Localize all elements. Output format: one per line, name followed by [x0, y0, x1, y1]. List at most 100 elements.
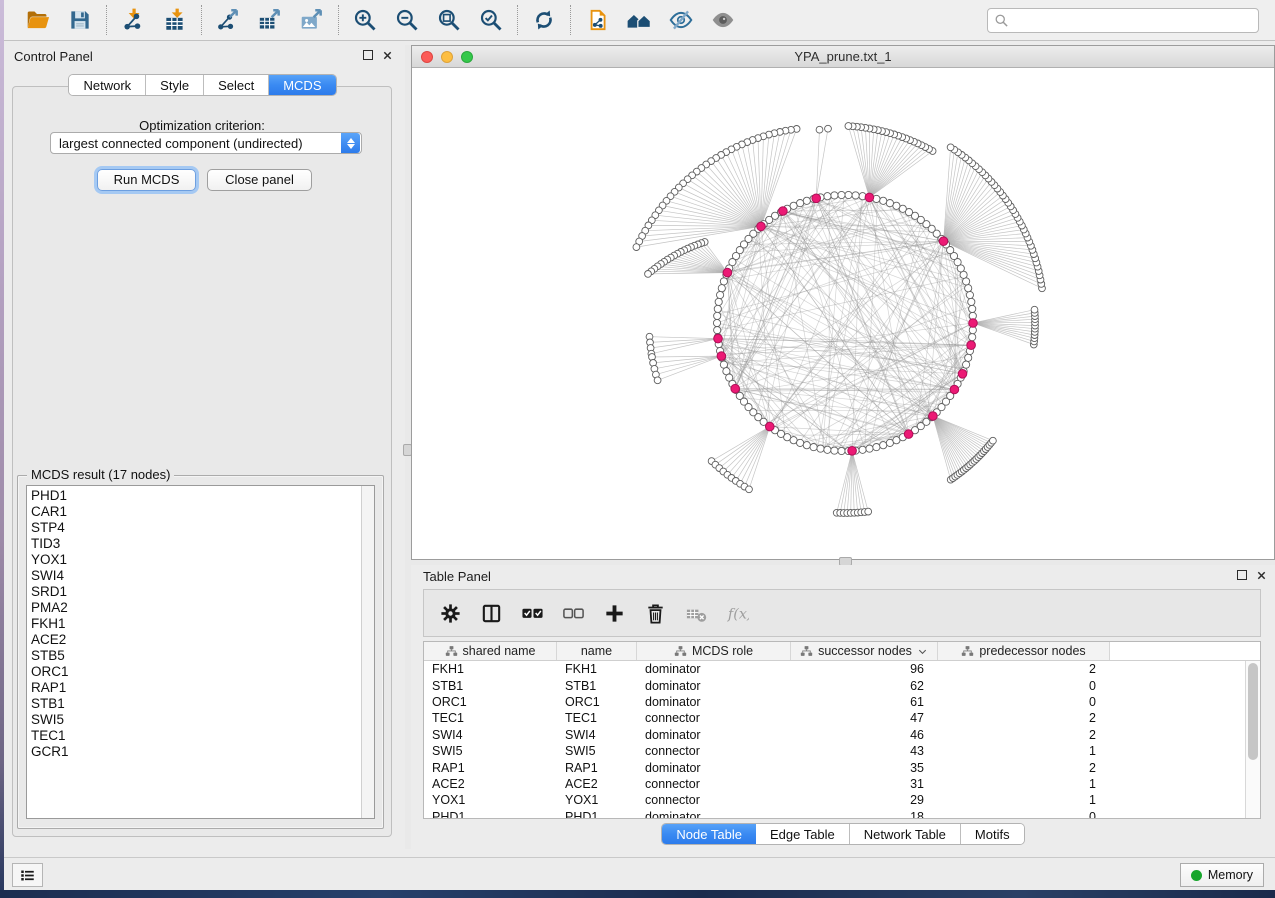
table-cell[interactable]: SWI4 — [424, 728, 557, 742]
import-table-button[interactable] — [161, 6, 189, 34]
tab-node-table[interactable]: Node Table — [662, 824, 756, 844]
tab-network-table[interactable]: Network Table — [850, 824, 961, 844]
mcds-result-item[interactable]: SRD1 — [27, 584, 374, 600]
tab-select[interactable]: Select — [204, 75, 269, 95]
show-columns-button[interactable] — [479, 601, 503, 625]
column-header-name[interactable]: name — [557, 642, 637, 660]
table-cell[interactable]: 2 — [938, 761, 1110, 775]
network-canvas[interactable] — [412, 68, 1274, 559]
table-row[interactable]: ORC1ORC1dominator610 — [424, 694, 1245, 710]
mcds-result-item[interactable]: PHD1 — [27, 488, 374, 504]
table-cell[interactable]: ORC1 — [557, 695, 637, 709]
export-network-button[interactable] — [214, 6, 242, 34]
table-row[interactable]: SWI5SWI5connector431 — [424, 743, 1245, 759]
table-scrollbar[interactable] — [1245, 661, 1260, 818]
close-table-panel-icon[interactable] — [1256, 569, 1267, 580]
mcds-result-item[interactable]: ACE2 — [27, 632, 374, 648]
show-graphics-button[interactable] — [709, 6, 737, 34]
table-cell[interactable]: 1 — [938, 793, 1110, 807]
mcds-result-item[interactable]: CAR1 — [27, 504, 374, 520]
table-cell[interactable]: 35 — [791, 761, 938, 775]
mcds-result-item[interactable]: ORC1 — [27, 664, 374, 680]
table-cell[interactable]: 2 — [938, 711, 1110, 725]
table-cell[interactable]: 1 — [938, 777, 1110, 791]
table-cell[interactable]: 0 — [938, 810, 1110, 818]
table-cell[interactable]: 31 — [791, 777, 938, 791]
table-cell[interactable]: SWI5 — [557, 744, 637, 758]
table-row[interactable]: PHD1PHD1dominator180 — [424, 809, 1245, 818]
table-cell[interactable]: 0 — [938, 679, 1110, 693]
column-header-predecessor-nodes[interactable]: predecessor nodes — [938, 642, 1110, 660]
optimization-criterion-dropdown[interactable]: largest connected component (undirected) — [50, 132, 362, 154]
task-history-button[interactable] — [12, 863, 43, 887]
delete-entry-button[interactable] — [643, 601, 667, 625]
table-cell[interactable]: TEC1 — [424, 711, 557, 725]
mcds-result-item[interactable]: TID3 — [27, 536, 374, 552]
network-window-titlebar[interactable]: YPA_prune.txt_1 — [412, 46, 1274, 68]
add-entry-button[interactable] — [602, 601, 626, 625]
table-cell[interactable]: 96 — [791, 662, 938, 676]
table-cell[interactable]: dominator — [637, 695, 791, 709]
float-window-icon[interactable] — [363, 50, 373, 60]
table-cell[interactable]: TEC1 — [557, 711, 637, 725]
table-row[interactable]: FKH1FKH1dominator962 — [424, 661, 1245, 677]
mcds-result-item[interactable]: FKH1 — [27, 616, 374, 632]
table-cell[interactable]: connector — [637, 777, 791, 791]
hide-graphics-button[interactable] — [667, 6, 695, 34]
mcds-result-item[interactable]: STB5 — [27, 648, 374, 664]
table-cell[interactable]: 43 — [791, 744, 938, 758]
table-cell[interactable]: SWI5 — [424, 744, 557, 758]
table-cell[interactable]: STB1 — [557, 679, 637, 693]
table-row[interactable]: ACE2ACE2connector311 — [424, 776, 1245, 792]
delete-table-button[interactable] — [684, 601, 708, 625]
table-cell[interactable]: 2 — [938, 728, 1110, 742]
table-cell[interactable]: 61 — [791, 695, 938, 709]
table-cell[interactable]: connector — [637, 711, 791, 725]
table-row[interactable]: SWI4SWI4dominator462 — [424, 727, 1245, 743]
table-cell[interactable]: SWI4 — [557, 728, 637, 742]
mcds-result-item[interactable]: TEC1 — [27, 728, 374, 744]
table-cell[interactable]: PHD1 — [424, 810, 557, 818]
table-cell[interactable]: dominator — [637, 728, 791, 742]
search-input[interactable] — [1014, 14, 1252, 28]
table-cell[interactable]: YOX1 — [557, 793, 637, 807]
mcds-result-item[interactable]: SWI4 — [27, 568, 374, 584]
memory-button[interactable]: Memory — [1180, 863, 1264, 887]
import-network-button[interactable] — [119, 6, 147, 34]
table-cell[interactable]: ORC1 — [424, 695, 557, 709]
deselect-all-button[interactable] — [561, 601, 585, 625]
table-cell[interactable]: dominator — [637, 679, 791, 693]
export-image-button[interactable] — [298, 6, 326, 34]
table-cell[interactable]: 0 — [938, 695, 1110, 709]
close-panel-icon[interactable] — [382, 49, 393, 60]
table-cell[interactable]: 46 — [791, 728, 938, 742]
table-row[interactable]: TEC1TEC1connector472 — [424, 710, 1245, 726]
table-cell[interactable]: dominator — [637, 810, 791, 818]
close-panel-button[interactable]: Close panel — [207, 169, 312, 191]
settings-gear-button[interactable] — [438, 601, 462, 625]
table-cell[interactable]: RAP1 — [424, 761, 557, 775]
table-cell[interactable]: 29 — [791, 793, 938, 807]
search-box[interactable] — [987, 8, 1259, 33]
zoom-out-button[interactable] — [393, 6, 421, 34]
table-cell[interactable]: 18 — [791, 810, 938, 818]
network-graph[interactable] — [412, 68, 1275, 560]
mcds-list-scrollbar[interactable] — [361, 486, 374, 818]
zoom-in-button[interactable] — [351, 6, 379, 34]
table-cell[interactable]: dominator — [637, 662, 791, 676]
export-table-button[interactable] — [256, 6, 284, 34]
mcds-result-item[interactable]: RAP1 — [27, 680, 374, 696]
table-scrollbar-thumb[interactable] — [1248, 663, 1258, 760]
run-mcds-button[interactable]: Run MCDS — [97, 169, 196, 191]
table-cell[interactable]: 2 — [938, 662, 1110, 676]
open-button[interactable] — [24, 6, 52, 34]
table-cell[interactable]: dominator — [637, 761, 791, 775]
chevron-down-icon[interactable] — [917, 646, 928, 657]
table-row[interactable]: RAP1RAP1dominator352 — [424, 759, 1245, 775]
tab-style[interactable]: Style — [146, 75, 204, 95]
table-cell[interactable]: STB1 — [424, 679, 557, 693]
tab-mcds[interactable]: MCDS — [269, 75, 335, 95]
table-cell[interactable]: 47 — [791, 711, 938, 725]
tab-network[interactable]: Network — [69, 75, 146, 95]
tab-edge-table[interactable]: Edge Table — [756, 824, 850, 844]
